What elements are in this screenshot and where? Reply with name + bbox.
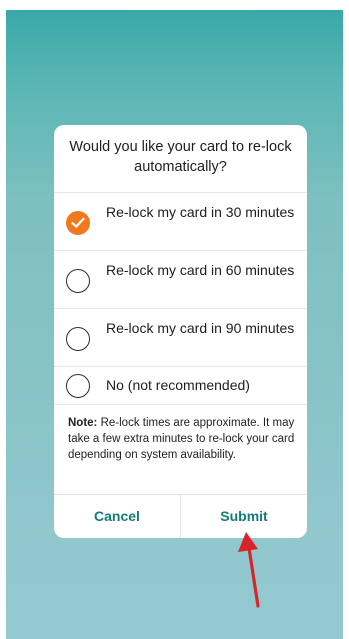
radio-unchecked-icon[interactable] xyxy=(66,374,90,398)
option-label: No (not recommended) xyxy=(106,377,250,393)
radio-unchecked-icon[interactable] xyxy=(66,269,90,293)
option-label: Re-lock my card in 30 minutes xyxy=(106,204,295,220)
note-body: Re-lock times are approximate. It may ta… xyxy=(68,417,295,461)
option-label: Re-lock my card in 90 minutes xyxy=(106,320,295,336)
radio-checked-icon[interactable] xyxy=(66,211,90,235)
note-label: Note: xyxy=(68,417,98,429)
relock-dialog: Would you like your card to re-lock auto… xyxy=(54,125,307,538)
note-text: Note: Re-lock times are approximate. It … xyxy=(68,415,295,463)
divider xyxy=(54,404,307,405)
annotation-arrow-icon xyxy=(238,532,260,608)
screen: Would you like your card to re-lock auto… xyxy=(0,0,349,639)
dialog-title: Would you like your card to re-lock auto… xyxy=(69,139,292,175)
option-relock-90[interactable]: Re-lock my card in 90 minutes xyxy=(54,308,307,366)
option-no-relock[interactable]: No (not recommended) xyxy=(54,366,307,404)
cancel-button[interactable]: Cancel xyxy=(54,495,181,538)
option-relock-30[interactable]: Re-lock my card in 30 minutes xyxy=(54,192,307,250)
option-label: Re-lock my card in 60 minutes xyxy=(106,262,295,278)
radio-unchecked-icon[interactable] xyxy=(66,327,90,351)
option-relock-60[interactable]: Re-lock my card in 60 minutes xyxy=(54,250,307,308)
